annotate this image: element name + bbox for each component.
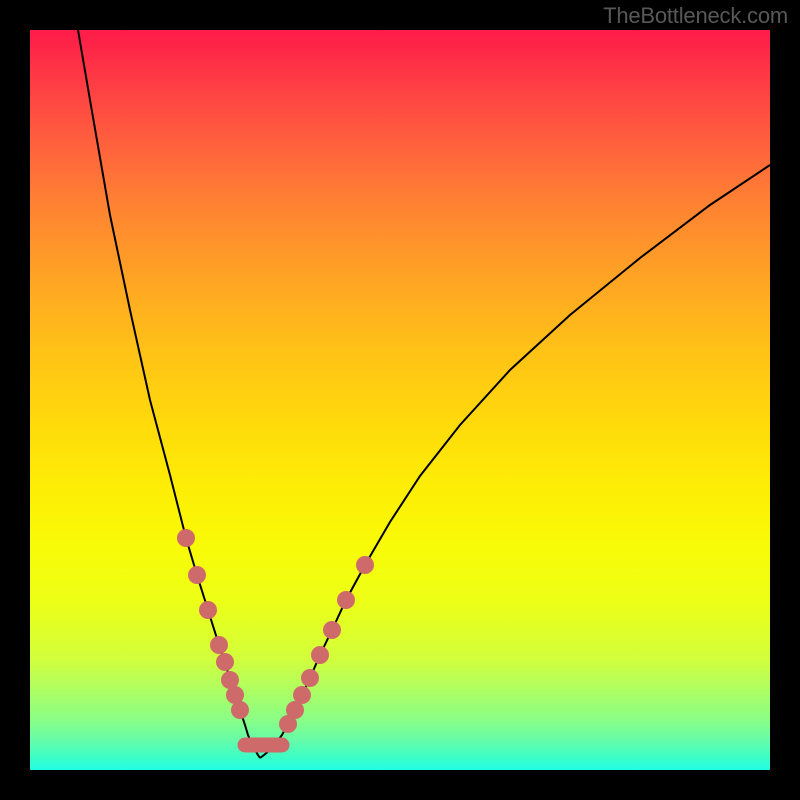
chart-svg (30, 30, 770, 770)
attribution-label: TheBottleneck.com (603, 3, 788, 29)
chart-canvas: TheBottleneck.com (0, 0, 800, 800)
curve-right (260, 165, 770, 758)
curve-left (78, 30, 260, 758)
overlay-dot (337, 591, 355, 609)
overlay-dot (177, 529, 195, 547)
overlay-dot (231, 701, 249, 719)
overlay-dot (293, 686, 311, 704)
overlay-dot (301, 669, 319, 687)
overlay-dot (323, 621, 341, 639)
overlay-dots-right (279, 556, 374, 733)
overlay-dot (311, 646, 329, 664)
plot-area (30, 30, 770, 770)
overlay-dot (216, 653, 234, 671)
overlay-dot (188, 566, 206, 584)
overlay-dot (210, 636, 228, 654)
overlay-dot (356, 556, 374, 574)
overlay-dot (199, 601, 217, 619)
